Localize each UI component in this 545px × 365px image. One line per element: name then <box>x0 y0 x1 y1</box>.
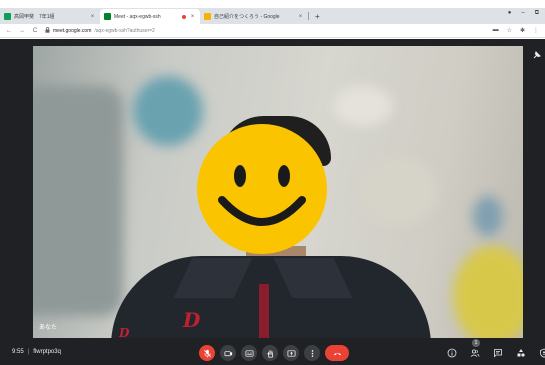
captions-button[interactable] <box>241 345 257 361</box>
meeting-code: flwrptpo3q <box>33 349 61 355</box>
mic-off-icon <box>203 349 211 358</box>
extensions-icon[interactable]: ✱ <box>520 27 525 34</box>
end-call-icon <box>333 352 341 355</box>
browser-toolbar: ← → C meet.google.com/aqx-egwb-ssh?authu… <box>0 24 545 38</box>
host-controls-button[interactable] <box>537 346 545 360</box>
minimize-icon[interactable]: – <box>521 10 524 17</box>
tab-title: 高岡甲斐 7年1組 <box>14 14 55 20</box>
background-blur <box>33 86 123 316</box>
participant-video-tile[interactable]: D D あなた <box>33 46 523 338</box>
url-path: /aqx-egwb-ssh?authuser=2 <box>94 27 155 34</box>
window-controls: ● – ⧉ <box>508 10 539 17</box>
clock-time: 9:55 <box>12 349 24 355</box>
meeting-toolbar: 9:55 | flwrptpo3q 1 <box>0 338 545 365</box>
background-blur <box>133 76 203 146</box>
present-icon <box>287 349 295 357</box>
chat-button[interactable] <box>491 346 505 360</box>
mic-toggle-button[interactable] <box>199 345 215 361</box>
people-count-badge: 1 <box>472 339 480 347</box>
recording-dot-icon <box>182 14 186 19</box>
tab-close-icon[interactable]: × <box>297 14 304 20</box>
shirt-placket <box>259 284 269 338</box>
tab-class-roster[interactable]: 高岡甲斐 7年1組 × <box>0 9 100 24</box>
info-separator: | <box>27 349 30 355</box>
cast-icon[interactable]: ▬ <box>493 27 499 34</box>
slides-favicon-icon <box>204 13 211 20</box>
menu-icon[interactable]: ⋮ <box>533 27 539 34</box>
back-icon[interactable]: ← <box>6 28 12 34</box>
camera-icon <box>224 350 232 356</box>
shirt-logo-right: D <box>119 326 130 338</box>
pin-icon[interactable] <box>533 51 541 61</box>
leave-call-button[interactable] <box>325 345 349 361</box>
background-blur <box>358 156 438 226</box>
browser-window: 高岡甲斐 7年1組 × Meet - aqx-egwb-ssh × 自己紹介をつ… <box>0 0 545 365</box>
classroom-favicon-icon <box>4 13 11 20</box>
more-options-icon <box>311 349 313 357</box>
camera-toggle-button[interactable] <box>220 345 236 361</box>
background-blur <box>333 86 393 126</box>
tab-title: Meet - aqx-egwb-ssh <box>114 13 161 20</box>
forward-icon[interactable]: → <box>19 28 25 34</box>
new-tab-button[interactable]: + <box>309 9 326 24</box>
info-icon <box>447 348 457 358</box>
restore-icon[interactable]: ⧉ <box>535 10 539 17</box>
profile-icon[interactable]: ● <box>508 10 512 17</box>
raise-hand-icon <box>266 349 273 357</box>
present-button[interactable] <box>283 345 299 361</box>
side-panel-controls: 1 <box>445 339 545 360</box>
shirt-logo-left: D <box>183 308 201 332</box>
call-controls <box>199 345 349 361</box>
shirt <box>111 256 431 338</box>
tab-meet[interactable]: Meet - aqx-egwb-ssh × <box>100 9 200 24</box>
background-blur <box>453 246 523 338</box>
tab-title: 自己紹介をつくろう - Google <box>214 14 280 20</box>
tab-self-introduction[interactable]: 自己紹介をつくろう - Google × <box>200 9 308 24</box>
activities-icon <box>517 349 525 357</box>
people-icon <box>470 349 480 357</box>
people-button[interactable]: 1 <box>468 339 482 360</box>
tab-close-icon[interactable]: × <box>189 14 196 20</box>
bookmark-star-icon[interactable]: ☆ <box>507 27 512 34</box>
host-controls-icon <box>540 348 545 358</box>
more-options-button[interactable] <box>304 345 320 361</box>
toolbar-actions: ▬ ☆ ✱ ⋮ <box>493 27 539 34</box>
reload-icon[interactable]: C <box>32 28 38 34</box>
captions-icon <box>245 349 253 357</box>
tab-close-icon[interactable]: × <box>89 14 96 20</box>
background-blur <box>473 196 503 236</box>
raise-hand-button[interactable] <box>262 345 278 361</box>
chat-icon <box>494 349 502 358</box>
meeting-info-button[interactable] <box>445 346 459 360</box>
lock-icon <box>45 26 50 35</box>
tab-strip: 高岡甲斐 7年1組 × Meet - aqx-egwb-ssh × 自己紹介をつ… <box>0 8 545 24</box>
smiley-face-icon <box>197 124 327 254</box>
participant-name: あなた <box>39 325 58 331</box>
address-bar[interactable]: meet.google.com/aqx-egwb-ssh?authuser=2 <box>45 26 486 36</box>
meeting-details: 9:55 | flwrptpo3q <box>12 349 61 355</box>
activities-button[interactable] <box>514 346 528 360</box>
meet-stage: D D あなた 9:55 | flwrptpo3q 1 <box>0 39 545 365</box>
url-domain: meet.google.com <box>53 27 92 34</box>
meet-favicon-icon <box>104 13 111 20</box>
